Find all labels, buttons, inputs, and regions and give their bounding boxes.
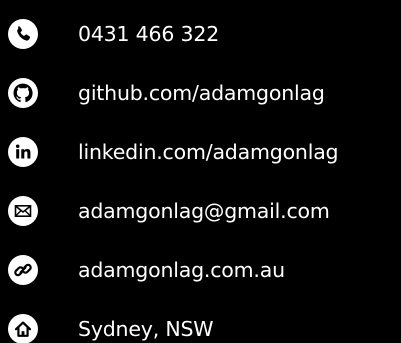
linkedin-icon (8, 137, 38, 167)
contact-website-text: adamgonlag.com.au (78, 257, 285, 282)
contact-list: 0431 466 322 github.com/adamgonlag linke… (0, 0, 401, 343)
link-icon (8, 255, 38, 285)
contact-location-text: Sydney, NSW (78, 316, 214, 341)
home-icon (8, 314, 38, 343)
contact-github-text: github.com/adamgonlag (78, 80, 325, 105)
contact-linkedin-text: linkedin.com/adamgonlag (78, 139, 339, 164)
contact-email-text: adamgonlag@gmail.com (78, 198, 330, 223)
email-icon (8, 196, 38, 226)
phone-icon (8, 19, 38, 49)
github-icon (8, 78, 38, 108)
contact-phone-text: 0431 466 322 (78, 21, 220, 46)
